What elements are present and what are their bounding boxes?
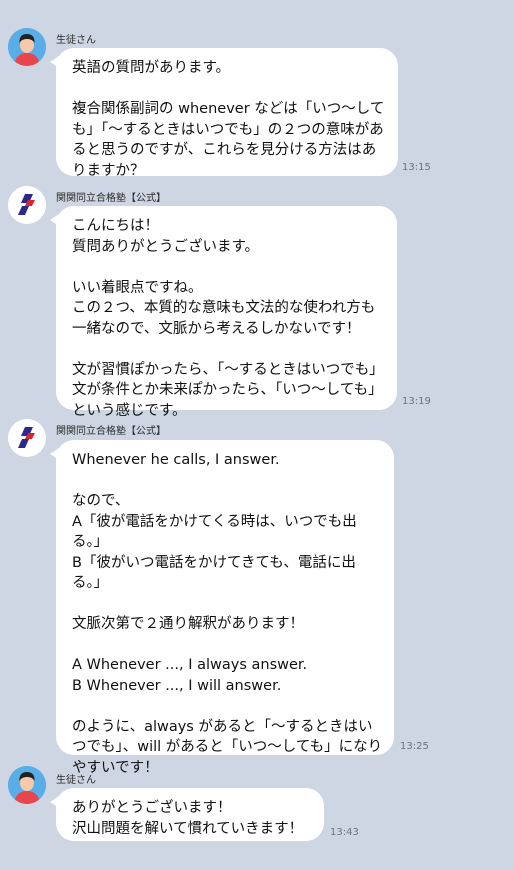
message-line: りますか？ bbox=[72, 162, 145, 179]
message-line: ありがとうございます！ bbox=[72, 800, 232, 816]
student-avatar[interactable] bbox=[8, 766, 46, 804]
student-avatar-icon bbox=[8, 28, 46, 66]
message-line: 一緒なので、文脈から考えるしかないです！ bbox=[72, 320, 361, 337]
school-logo-icon bbox=[8, 419, 46, 457]
message-line: なので、 bbox=[72, 493, 130, 509]
message-time: 13:19 bbox=[402, 396, 431, 407]
message-time: 13:25 bbox=[400, 741, 429, 752]
message-line: Whenever he calls, I answer. bbox=[72, 452, 280, 468]
message-line: 複合関係副詞の whenever などは「いつ～して bbox=[72, 101, 385, 117]
sender-name: 関関同立合格塾【公式】 bbox=[56, 426, 166, 437]
message-line: 文脈次第で２通り解釈があります！ bbox=[72, 616, 304, 632]
message-line: こんにちは！ bbox=[72, 218, 159, 234]
message-line bbox=[72, 471, 378, 492]
message-line: 英語の質問があります。 bbox=[72, 60, 231, 76]
message-line: のように、always があると「～するときはい bbox=[72, 718, 373, 735]
message-line: 沢山問題を解いて慣れていきます！ bbox=[72, 820, 304, 837]
sender-name: 関関同立合格塾【公式】 bbox=[56, 193, 166, 204]
message-line: 文が条件とか未来ぽかったら、「いつ～しても」 bbox=[72, 382, 383, 398]
message-line: A Whenever ..., I always answer. bbox=[72, 657, 308, 673]
school-logo-icon bbox=[8, 186, 46, 224]
message-line: B Whenever ..., I will answer. bbox=[72, 677, 282, 694]
message-bubble[interactable]: Whenever he calls, I answer. なので、 A「彼が電話… bbox=[50, 440, 394, 776]
message-line: 質問ありがとうございます。 bbox=[72, 238, 260, 255]
student-avatar[interactable] bbox=[8, 28, 46, 66]
message-line bbox=[72, 257, 381, 278]
message-line bbox=[72, 635, 378, 656]
sender-name: 生徒さん bbox=[56, 35, 96, 46]
message-line: という感じです。 bbox=[72, 402, 187, 419]
message-bubble[interactable]: 英語の質問があります。 複合関係副詞の whenever などは「いつ～して も… bbox=[50, 48, 398, 179]
school-avatar[interactable] bbox=[8, 419, 46, 457]
message-line: いい着眼点ですね。 bbox=[72, 279, 203, 296]
message-line: つでも」、will があると「いつ～しても」になり bbox=[72, 739, 383, 755]
school-avatar[interactable] bbox=[8, 186, 46, 224]
student-avatar-icon bbox=[8, 766, 46, 804]
message-time: 13:43 bbox=[330, 827, 359, 838]
message-line: も」「～するときはいつでも」の２つの意味があ bbox=[72, 121, 384, 138]
message-time: 13:15 bbox=[402, 162, 431, 173]
message-line bbox=[72, 696, 378, 717]
message-bubble[interactable]: こんにちは！ 質問ありがとうございます。 いい着眼点ですね。 この２つ、本質的な… bbox=[50, 206, 397, 419]
message-line: る。」 bbox=[72, 534, 109, 550]
message-line: やすいです！ bbox=[72, 759, 159, 776]
message-line: 文が習慣ぽかったら、「～するときはいつでも」 bbox=[72, 361, 384, 378]
sender-name: 生徒さん bbox=[56, 775, 96, 786]
message-bubble[interactable]: ありがとうございます！ 沢山問題を解いて慣れていきます！ bbox=[50, 788, 324, 841]
message-line: B「彼がいつ電話をかけてきても、電話に出 bbox=[72, 554, 356, 571]
message-line bbox=[72, 594, 378, 615]
message-line: この２つ、本質的な意味も文法的な使われ方も bbox=[72, 300, 376, 316]
message-line: る。」 bbox=[72, 575, 109, 591]
message-line bbox=[72, 339, 381, 360]
message-line: ると思うのですが、これらを見分ける方法はあ bbox=[72, 142, 377, 158]
message-line bbox=[72, 79, 382, 100]
message-line: A「彼が電話をかけてくる時は、いつでも出 bbox=[72, 513, 357, 530]
